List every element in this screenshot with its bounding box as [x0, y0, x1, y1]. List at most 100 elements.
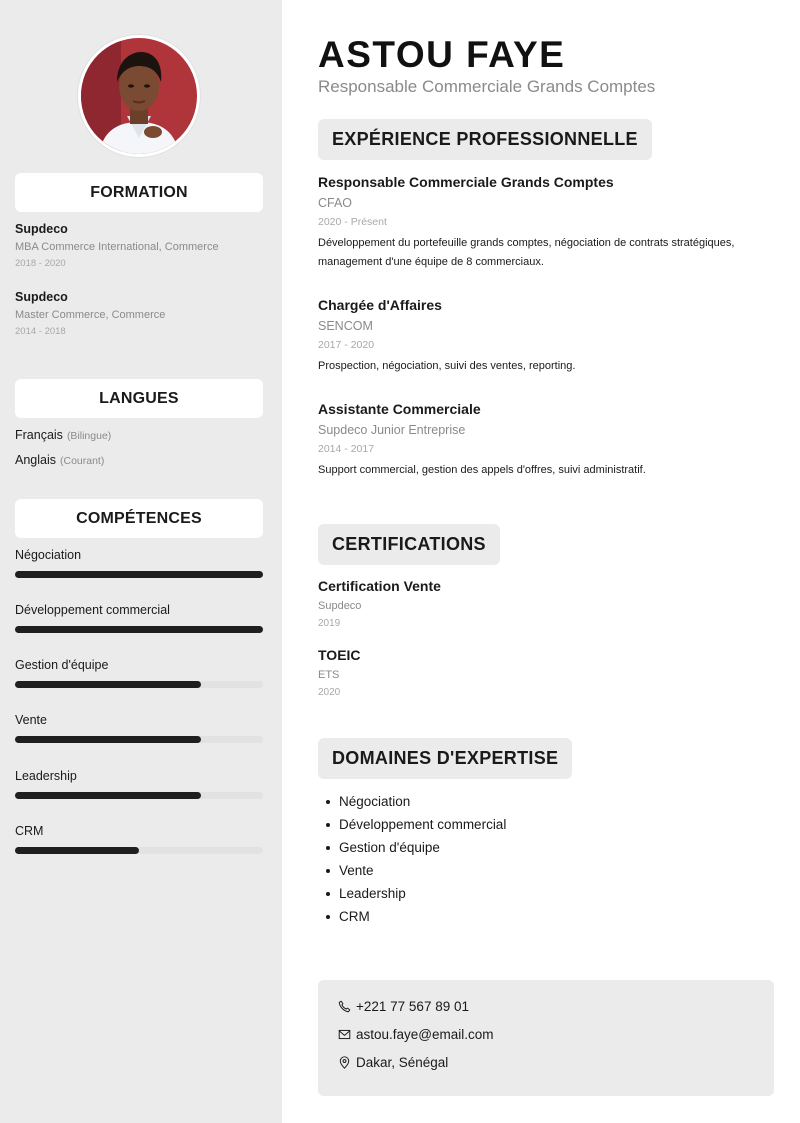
skill-name: CRM [15, 824, 44, 838]
bullet-icon [326, 891, 330, 896]
candidate-title: Responsable Commerciale Grands Comptes [318, 77, 656, 96]
skill-name: Développement commercial [15, 603, 170, 617]
skill-item: CRM [15, 824, 263, 854]
skill-name: Négociation [15, 548, 82, 562]
job-description: Prospection, négociation, suivi des vent… [318, 360, 576, 372]
contact-email: astou.faye@email.com [338, 1027, 494, 1042]
phone-icon [338, 1000, 351, 1013]
language-item: Français (Bilingue) [15, 428, 111, 442]
education-years: 2018 - 2020 [15, 258, 66, 269]
expertise-item: CRM [339, 909, 370, 924]
skill-bar-fill [15, 736, 201, 743]
skill-bar-track [15, 571, 263, 578]
bullet-icon [326, 868, 330, 873]
candidate-name: ASTOU FAYE [318, 34, 566, 75]
skill-item: Négociation [15, 548, 263, 578]
expertise-heading: DOMAINES D'EXPERTISE [318, 738, 573, 779]
expertise-item: Vente [339, 863, 374, 878]
job-description: Support commercial, gestion des appels d… [318, 464, 646, 476]
skill-bar-track [15, 626, 263, 633]
list-item: CRM [326, 905, 506, 928]
bullet-icon [326, 822, 330, 827]
main-content: ASTOU FAYE Responsable Commerciale Grand… [282, 0, 800, 1123]
expertise-list: Négociation Développement commercial Ges… [326, 790, 506, 928]
education-degree: MBA Commerce International, Commerce [15, 241, 219, 253]
job-title: Responsable Commerciale Grands Comptes [318, 174, 614, 190]
skills-heading: COMPÉTENCES [15, 499, 263, 538]
list-item: Négociation [326, 790, 506, 813]
expertise-item: Gestion d'équipe [339, 840, 440, 855]
languages-heading: LANGUES [15, 379, 263, 418]
skill-bar-track [15, 847, 263, 854]
contact-phone: +221 77 567 89 01 [338, 999, 469, 1014]
certification-name: Certification Vente [318, 578, 441, 594]
skill-bar-fill [15, 847, 139, 854]
certification-issuer: Supdeco [318, 600, 362, 612]
skill-name: Leadership [15, 769, 77, 783]
list-item: Développement commercial [326, 813, 506, 836]
list-item: Vente [326, 859, 506, 882]
job-period: 2014 - 2017 [318, 443, 375, 455]
profile-photo [78, 35, 200, 157]
skill-name: Gestion d'équipe [15, 658, 109, 672]
job-entry: Assistante Commerciale Supdeco Junior En… [318, 401, 758, 480]
education-degree: Master Commerce, Commerce [15, 309, 166, 321]
language-item: Anglais (Courant) [15, 453, 104, 467]
job-company: CFAO [318, 196, 353, 210]
skill-bar-fill [15, 626, 263, 633]
education-item: Supdeco Master Commerce, Commerce 2014 -… [15, 290, 270, 337]
skill-bar-fill [15, 681, 201, 688]
skill-bar-track [15, 792, 263, 799]
skill-bar-track [15, 736, 263, 743]
job-company: SENCOM [318, 319, 373, 333]
skill-item: Vente [15, 713, 263, 743]
education-school: Supdeco [15, 222, 68, 236]
bullet-icon [326, 799, 330, 804]
education-school: Supdeco [15, 290, 68, 304]
formation-heading: FORMATION [15, 173, 263, 212]
contact-box: +221 77 567 89 01 astou.faye@email.com D… [318, 980, 774, 1096]
avatar [81, 38, 197, 154]
skill-bar-fill [15, 571, 263, 578]
expertise-item: Négociation [339, 794, 411, 809]
mail-icon [338, 1029, 351, 1040]
bullet-icon [326, 845, 330, 850]
job-entry: Chargée d'Affaires SENCOM 2017 - 2020 Pr… [318, 297, 758, 376]
job-entry: Responsable Commerciale Grands Comptes C… [318, 174, 758, 272]
list-item: Leadership [326, 882, 506, 905]
expertise-item: Développement commercial [339, 817, 507, 832]
education-item: Supdeco MBA Commerce International, Comm… [15, 222, 270, 269]
skill-item: Développement commercial [15, 603, 263, 633]
experience-heading: EXPÉRIENCE PROFESSIONNELLE [318, 119, 652, 160]
list-item: Gestion d'équipe [326, 836, 506, 859]
job-company: Supdeco Junior Entreprise [318, 423, 466, 437]
certifications-heading: CERTIFICATIONS [318, 524, 500, 565]
skill-bar-track [15, 681, 263, 688]
skill-bar-fill [15, 792, 201, 799]
email-address[interactable]: astou.faye@email.com [356, 1027, 494, 1042]
job-period: 2017 - 2020 [318, 339, 375, 351]
certification-year: 2020 [318, 687, 341, 698]
language-level: (Courant) [60, 455, 105, 467]
certification-name: TOEIC [318, 647, 361, 663]
certification-year: 2019 [318, 618, 341, 629]
expertise-item: Leadership [339, 886, 406, 901]
location-text: Dakar, Sénégal [356, 1055, 449, 1070]
skill-item: Leadership [15, 769, 263, 799]
contact-location: Dakar, Sénégal [338, 1055, 448, 1070]
education-years: 2014 - 2018 [15, 326, 66, 337]
language-level: (Bilingue) [66, 430, 112, 442]
bullet-icon [326, 914, 330, 919]
language-name: Français [15, 428, 63, 442]
job-period: 2020 - Présent [318, 216, 387, 228]
language-name: Anglais [15, 453, 56, 467]
phone-number[interactable]: +221 77 567 89 01 [356, 999, 469, 1014]
skill-item: Gestion d'équipe [15, 658, 263, 688]
location-pin-icon [339, 1056, 350, 1069]
job-description: Développement du portefeuille grands com… [318, 237, 735, 268]
certification-item: TOEIC ETS 2020 [318, 647, 361, 698]
sidebar: FORMATION Supdeco MBA Commerce Internati… [0, 0, 282, 1123]
certification-item: Certification Vente Supdeco 2019 [318, 578, 441, 629]
skill-name: Vente [15, 713, 47, 727]
job-title: Assistante Commerciale [318, 401, 481, 417]
